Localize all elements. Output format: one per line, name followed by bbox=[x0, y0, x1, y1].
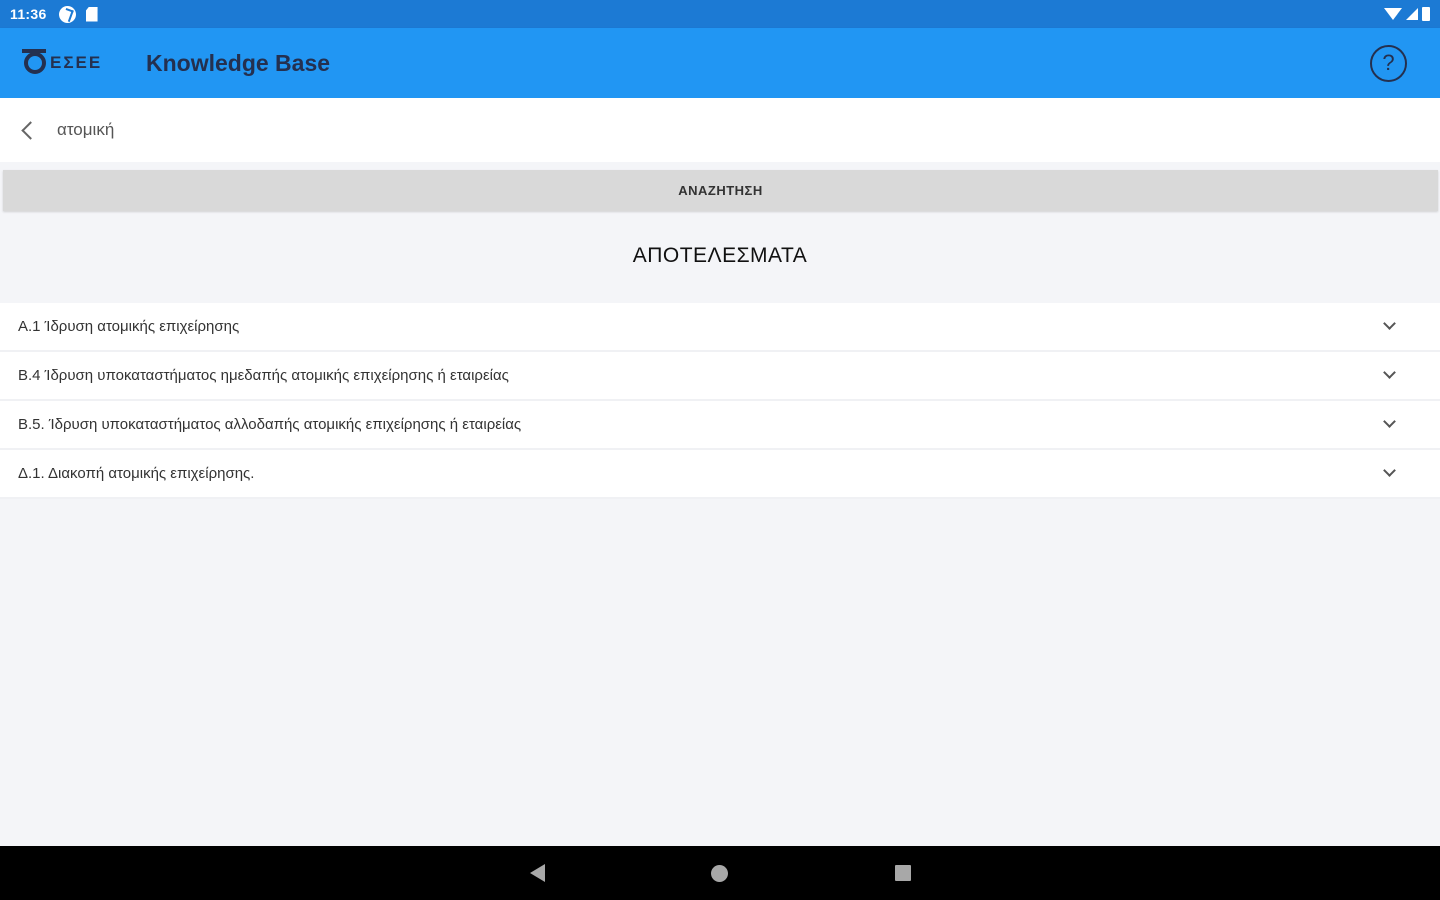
search-button[interactable]: ΑΝΑΖΗΤΗΣΗ bbox=[3, 170, 1438, 211]
breadcrumb: ατομική bbox=[0, 98, 1440, 162]
status-indicators bbox=[1384, 7, 1430, 21]
nav-home-icon[interactable] bbox=[711, 865, 728, 882]
help-button[interactable]: ? bbox=[1370, 44, 1407, 82]
back-chevron-icon[interactable] bbox=[21, 120, 40, 140]
sync-icon bbox=[58, 5, 76, 23]
logo-text: ΕΣΕΕ bbox=[50, 53, 103, 72]
help-icon: ? bbox=[1382, 50, 1395, 75]
system-nav-bar bbox=[0, 846, 1440, 900]
list-item[interactable]: Β.5. Ίδρυση υποκαταστήματος αλλοδαπής ατ… bbox=[0, 401, 1440, 450]
app-title: Knowledge Base bbox=[146, 49, 331, 76]
chevron-down-icon[interactable] bbox=[1383, 317, 1396, 330]
chevron-down-icon[interactable] bbox=[1383, 366, 1396, 379]
battery-icon bbox=[1422, 7, 1430, 21]
results-list: Α.1 Ίδρυση ατομικής επιχείρησης Β.4 Ίδρυ… bbox=[0, 303, 1440, 499]
list-item-label: Β.4 Ίδρυση υποκαταστήματος ημεδαπής ατομ… bbox=[18, 367, 509, 384]
results-title: ΑΠΟΤΕΛΕΣΜΑΤΑ bbox=[632, 244, 808, 267]
status-time: 11:36 bbox=[10, 6, 47, 22]
list-item-label: Β.5. Ίδρυση υποκαταστήματος αλλοδαπής ατ… bbox=[18, 416, 522, 433]
chevron-down-icon[interactable] bbox=[1383, 464, 1396, 477]
app-bar: ΕΣΕΕ Knowledge Base ? bbox=[0, 28, 1440, 98]
signal-icon bbox=[1406, 8, 1418, 20]
wifi-icon bbox=[1384, 8, 1402, 20]
nav-recents-icon[interactable] bbox=[895, 865, 911, 881]
list-item-label: Δ.1. Διακοπή ατομικής επιχείρησης. bbox=[18, 465, 255, 482]
list-item[interactable]: Β.4 Ίδρυση υποκαταστήματος ημεδαπής ατομ… bbox=[0, 352, 1440, 401]
list-item-label: Α.1 Ίδρυση ατομικής επιχείρησης bbox=[18, 318, 240, 335]
chevron-down-icon[interactable] bbox=[1383, 415, 1396, 428]
list-item[interactable]: Α.1 Ίδρυση ατομικής επιχείρησης bbox=[0, 303, 1440, 352]
breadcrumb-text: ατομική bbox=[57, 120, 115, 139]
logo-mark-icon bbox=[22, 49, 46, 74]
app-logo: ΕΣΕΕ bbox=[22, 45, 114, 81]
status-bar: 11:36 bbox=[0, 0, 1440, 28]
nav-back-icon[interactable] bbox=[530, 864, 545, 882]
list-item[interactable]: Δ.1. Διακοπή ατομικής επιχείρησης. bbox=[0, 450, 1440, 499]
sd-card-icon bbox=[85, 6, 98, 22]
